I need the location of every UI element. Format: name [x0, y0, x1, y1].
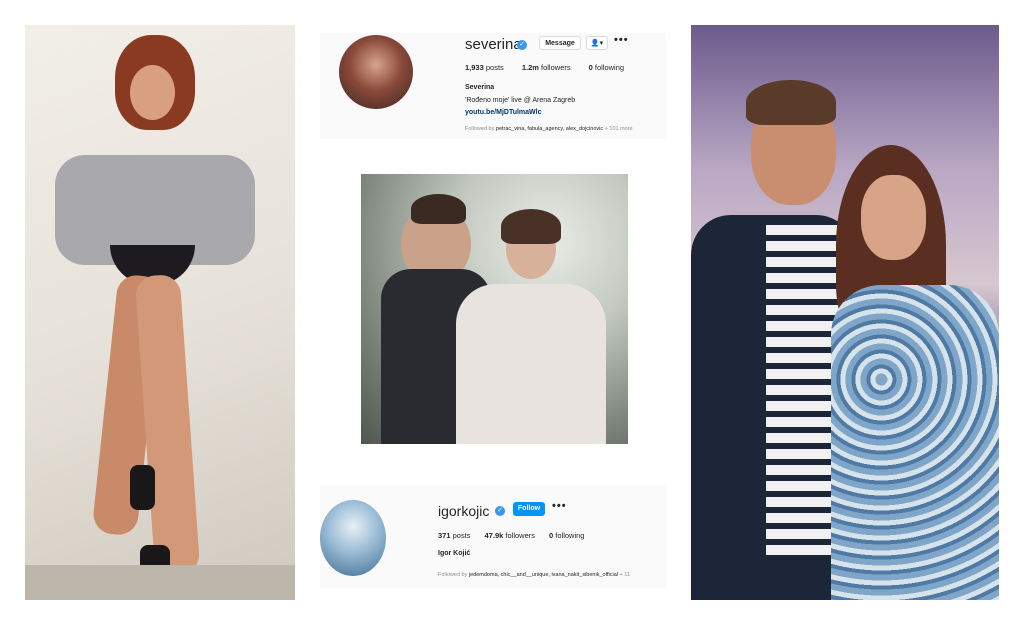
more-options-icon[interactable]: ••• — [614, 34, 629, 46]
profile-stats: 1,933 posts 1.2m followers 0 following — [465, 63, 624, 72]
bio-text: 'Rođeno moje' live @ Arena Zagreb — [465, 97, 576, 104]
username[interactable]: igorkojic — [438, 503, 489, 519]
photo-woman-posing — [25, 25, 295, 600]
person-add-icon[interactable]: 👤▾ — [586, 36, 608, 50]
followed-by-text: Followed by jedemdoma, chic__and__unique… — [438, 572, 630, 578]
following-count[interactable]: 0 following — [549, 531, 584, 540]
full-name: Severina — [465, 84, 495, 91]
followers-count[interactable]: 47.9k followers — [485, 531, 535, 540]
full-name: Igor Kojić — [438, 550, 471, 557]
posts-count: 371 posts — [438, 531, 471, 540]
posts-count: 1,933 posts — [465, 63, 504, 72]
avatar[interactable] — [339, 35, 413, 109]
profile-stats: 371 posts 47.9k followers 0 following — [438, 531, 584, 540]
profile-card-severina: severina ✓ Message 👤▾ ••• 1,933 posts 1.… — [320, 33, 666, 139]
photo-couple-event — [691, 25, 999, 600]
followers-count[interactable]: 1.2m followers — [522, 63, 571, 72]
more-options-icon[interactable]: ••• — [552, 500, 567, 512]
message-button[interactable]: Message — [539, 36, 581, 50]
profile-card-igorkojic: igorkojic ✓ Follow ••• 371 posts 47.9k f… — [320, 486, 666, 588]
verified-badge-icon: ✓ — [517, 40, 527, 50]
follow-button[interactable]: Follow — [513, 502, 545, 516]
username[interactable]: severina — [465, 36, 522, 53]
bio-link[interactable]: youtu.be/MjDTulmaWlc — [465, 109, 541, 116]
followed-by-text: Followed by petrac_vina, fabula_agency, … — [465, 126, 633, 132]
photo-wedding-couple — [361, 174, 628, 444]
avatar[interactable] — [320, 500, 386, 576]
verified-badge-icon: ✓ — [495, 506, 505, 516]
following-count[interactable]: 0 following — [589, 63, 624, 72]
